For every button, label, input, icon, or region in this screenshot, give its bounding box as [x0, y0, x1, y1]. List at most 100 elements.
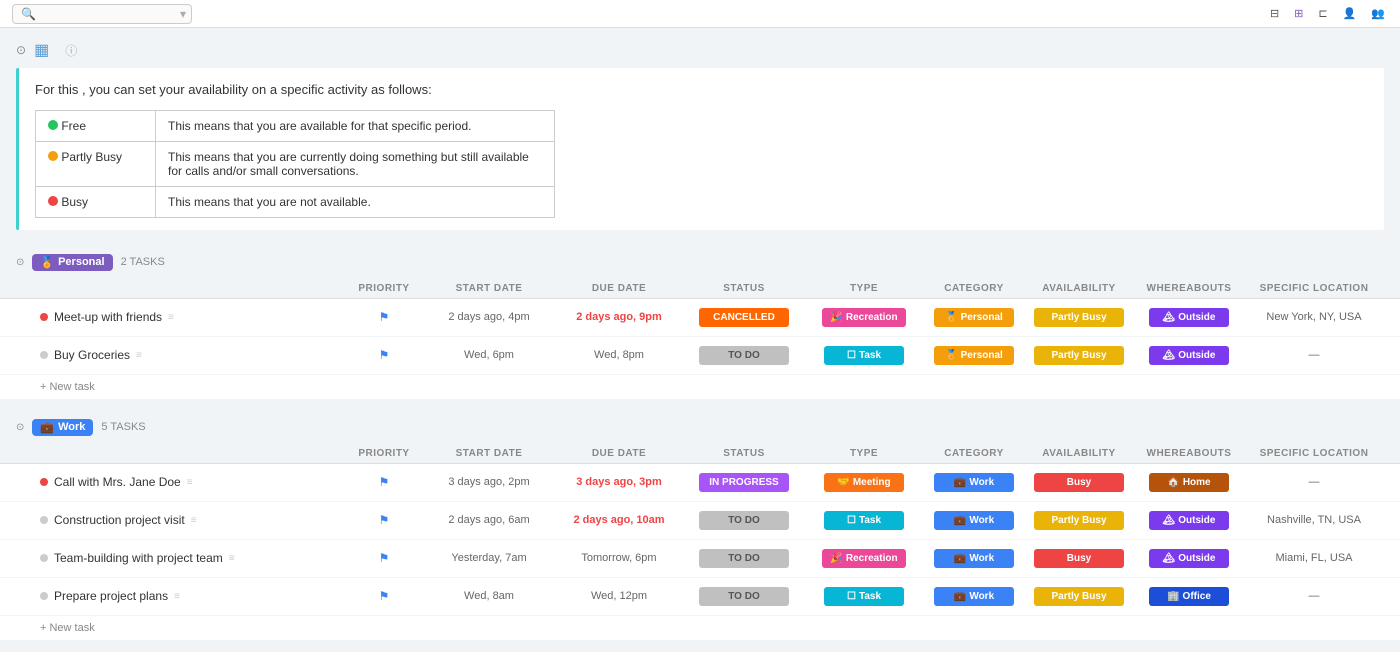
priority-dot: [40, 554, 48, 562]
col-header-3: DUE DATE: [554, 283, 684, 294]
me-button[interactable]: 👤: [1343, 7, 1360, 20]
red-dot: [48, 196, 58, 206]
type-col: 🎉Recreation: [804, 308, 924, 327]
category-icon: 💼: [954, 477, 966, 488]
type-badge: 🎉Recreation: [822, 549, 905, 568]
section-header-work[interactable]: ⊙ 💼 Work 5 TASKS: [0, 411, 1400, 444]
category-col: 💼Work: [924, 587, 1024, 606]
priority-dot: [40, 592, 48, 600]
col-header-9: SPECIFIC LOCATION: [1244, 283, 1384, 294]
category-icon: 💼: [954, 553, 966, 564]
task-name: Team-building with project team ≡: [40, 551, 344, 565]
drag-handle: ≡: [136, 350, 142, 361]
section-badge-personal: 🏅 Personal: [32, 254, 112, 271]
col-header-8: WHEREABOUTS: [1134, 448, 1244, 459]
priority-dot: [40, 351, 48, 359]
info-icon[interactable]: ⓘ: [65, 42, 77, 59]
grid-icon: ▦: [34, 40, 49, 60]
flag-icon: ⚑: [379, 513, 390, 527]
whereabouts-col: 🏔Outside: [1134, 511, 1244, 530]
start-date-col: 2 days ago, 6am: [424, 514, 554, 526]
flag-icon: ⚑: [379, 348, 390, 362]
availability-badge: Partly Busy: [1034, 308, 1124, 327]
page-header: ⊙ ▦ ⓘ: [0, 28, 1400, 68]
priority-col: ⚑: [344, 348, 424, 362]
availability-badge: Busy: [1034, 549, 1124, 568]
yellow-dot: [48, 151, 58, 161]
status-col: CANCELLED: [684, 308, 804, 327]
status-badge: TO DO: [699, 587, 789, 606]
section-badge-work: 💼 Work: [32, 419, 93, 436]
col-header-2: START DATE: [424, 283, 554, 294]
category-badge: 💼Work: [934, 511, 1014, 530]
type-icon: ☐: [847, 591, 856, 602]
col-header-6: CATEGORY: [924, 283, 1024, 294]
location-text: Miami, FL, USA: [1275, 552, 1352, 564]
task-count-personal: 2 TASKS: [121, 256, 165, 268]
col-header-0: [40, 283, 344, 294]
location-col: Miami, FL, USA: [1244, 552, 1384, 564]
filter-button[interactable]: ⊟: [1270, 7, 1282, 20]
col-header-7: AVAILABILITY: [1024, 283, 1134, 294]
where-icon: 🏠: [1167, 477, 1179, 488]
section-header-personal[interactable]: ⊙ 🏅 Personal 2 TASKS: [0, 246, 1400, 279]
assignee-button[interactable]: 👥: [1371, 7, 1388, 20]
col-header-5: TYPE: [804, 448, 924, 459]
col-header-4: STATUS: [684, 448, 804, 459]
location-col: —: [1244, 349, 1384, 361]
flag-icon: ⚑: [379, 551, 390, 565]
start-date-col: Wed, 8am: [424, 590, 554, 602]
priority-col: ⚑: [344, 551, 424, 565]
search-box[interactable]: 🔍 ▾: [12, 4, 192, 24]
add-task-personal[interactable]: + New task: [0, 375, 1400, 399]
task-name: Call with Mrs. Jane Doe ≡: [40, 475, 344, 489]
collapse-button[interactable]: ⊙: [16, 43, 26, 57]
task-name: Meet-up with friends ≡: [40, 310, 344, 324]
availability-row: Free This means that you are available f…: [36, 110, 555, 141]
badge-label: Personal: [58, 256, 104, 268]
top-bar-right: ⊟ ⊞ ⊏ 👤 👥: [1270, 7, 1388, 20]
whereabouts-col: 🏠Home: [1134, 473, 1244, 492]
search-dropdown-icon[interactable]: ▾: [180, 7, 186, 21]
priority-col: ⚑: [344, 310, 424, 324]
badge-label: Work: [58, 421, 85, 433]
subtasks-button[interactable]: ⊏: [1318, 7, 1330, 20]
status-badge: CANCELLED: [699, 308, 789, 327]
col-header-1: PRIORITY: [344, 448, 424, 459]
category-badge: 🏅Personal: [934, 346, 1014, 365]
col-header-9: SPECIFIC LOCATION: [1244, 448, 1384, 459]
type-badge: ☐Task: [824, 511, 904, 530]
col-header-4: STATUS: [684, 283, 804, 294]
section-work: ⊙ 💼 Work 5 TASKS PRIORITYSTART DATEDUE D…: [0, 411, 1400, 640]
priority-dot: [40, 478, 48, 486]
start-date-col: 2 days ago, 4pm: [424, 311, 554, 323]
col-header-2: START DATE: [424, 448, 554, 459]
status-col: IN PROGRESS: [684, 473, 804, 492]
availability-row: Busy This means that you are not availab…: [36, 186, 555, 217]
status-badge: TO DO: [699, 511, 789, 530]
type-col: 🤝Meeting: [804, 473, 924, 492]
task-name: Buy Groceries ≡: [40, 348, 344, 362]
group-by-button[interactable]: ⊞: [1294, 7, 1306, 20]
type-col: 🎉Recreation: [804, 549, 924, 568]
priority-col: ⚑: [344, 513, 424, 527]
category-icon: 💼: [954, 515, 966, 526]
col-header-6: CATEGORY: [924, 448, 1024, 459]
availability-col: Busy: [1024, 549, 1134, 568]
due-date-col: 2 days ago, 9pm: [554, 311, 684, 323]
category-icon: 💼: [954, 591, 966, 602]
availability-col: Partly Busy: [1024, 511, 1134, 530]
type-badge: 🤝Meeting: [824, 473, 904, 492]
priority-dot: [40, 313, 48, 321]
availability-row: Partly Busy This means that you are curr…: [36, 141, 555, 186]
task-row: Call with Mrs. Jane Doe ≡ ⚑ 3 days ago, …: [0, 464, 1400, 502]
location-text: New York, NY, USA: [1266, 311, 1361, 323]
description-text: For this , you can set your availability…: [35, 80, 1368, 100]
due-date-col: 2 days ago, 10am: [554, 514, 684, 526]
search-input[interactable]: [40, 7, 180, 21]
drag-handle: ≡: [191, 515, 197, 526]
type-icon: 🎉: [830, 312, 842, 323]
status-badge: TO DO: [699, 346, 789, 365]
type-col: ☐Task: [804, 587, 924, 606]
add-task-work[interactable]: + New task: [0, 616, 1400, 640]
